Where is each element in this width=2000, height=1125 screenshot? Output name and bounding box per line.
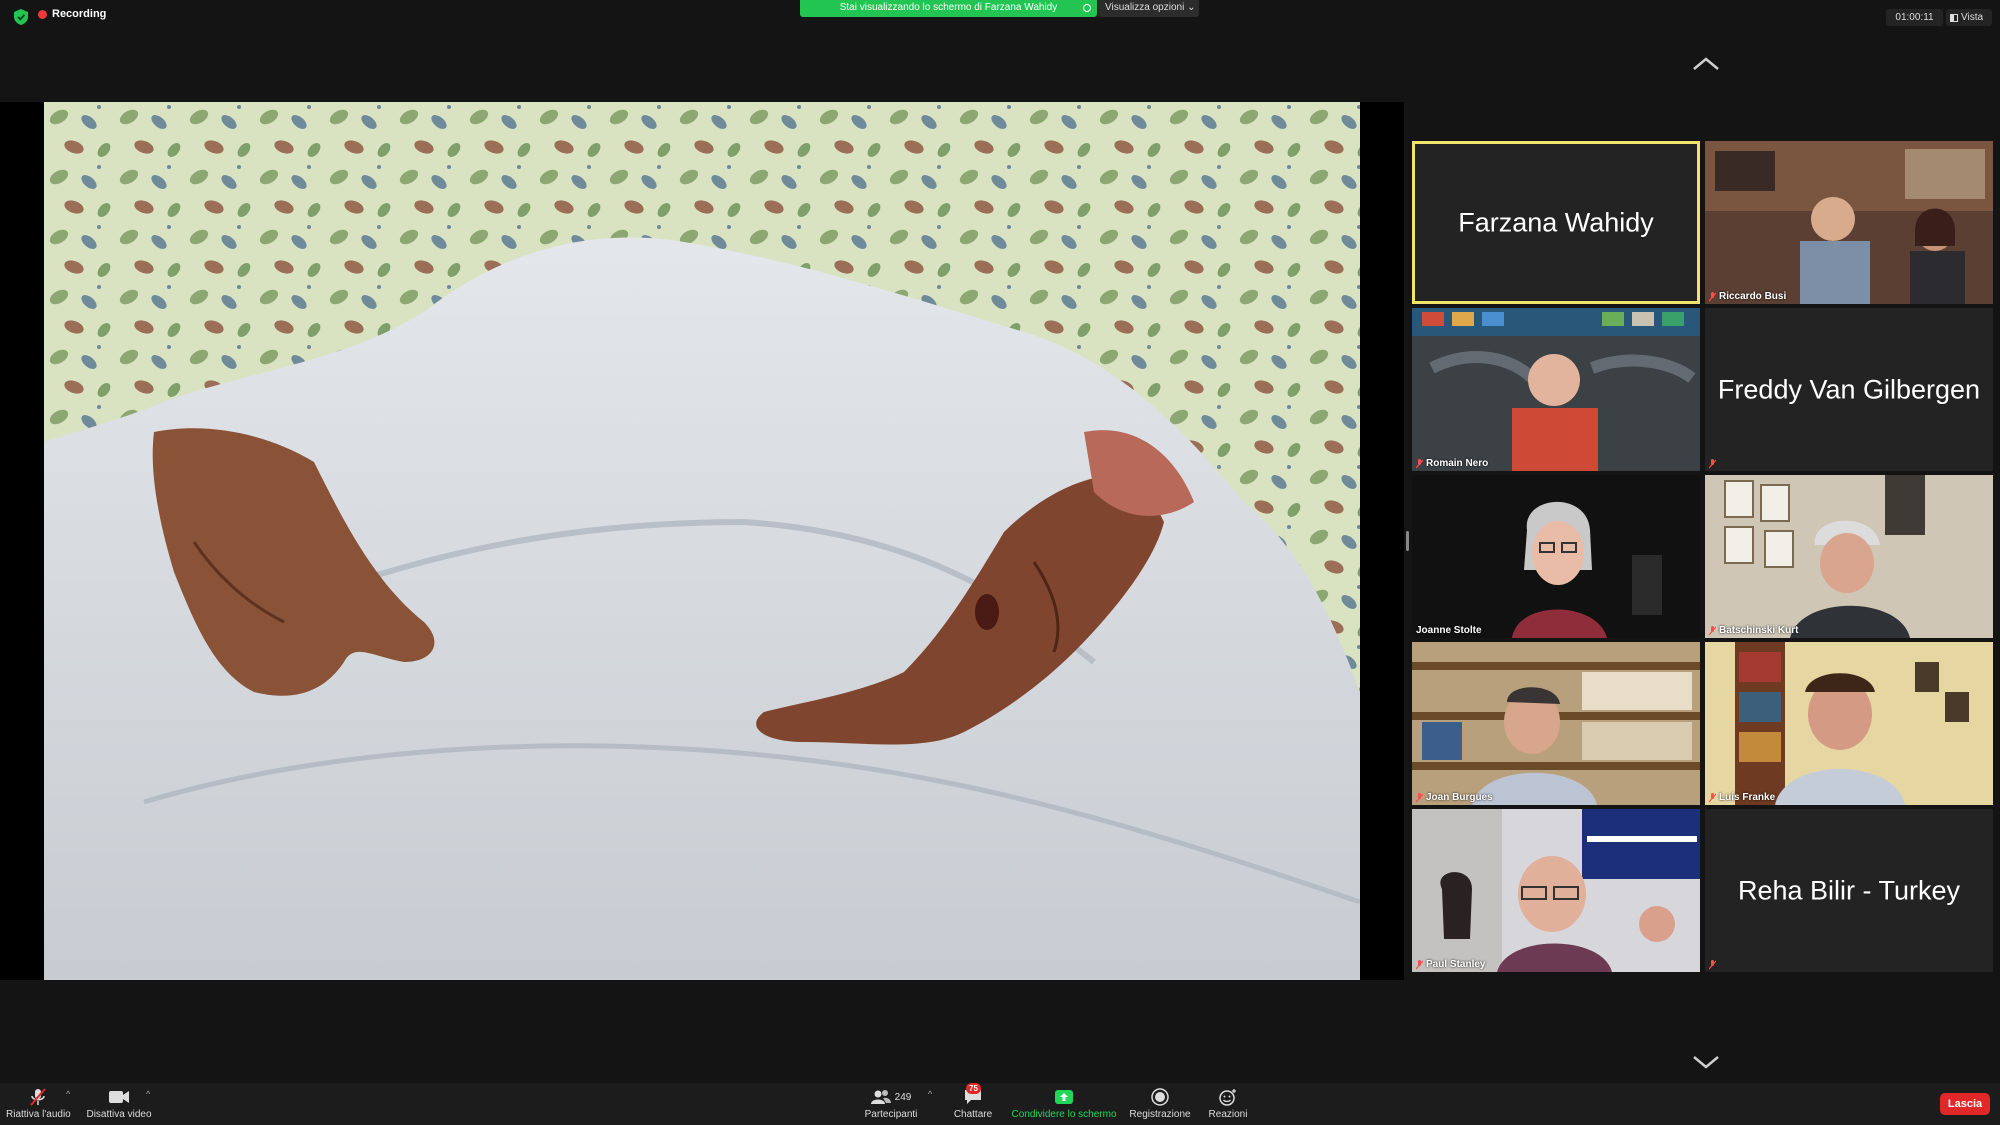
participant-tile[interactable]: Joan Burgues — [1412, 642, 1700, 805]
participant-name: Farzana Wahidy — [1458, 207, 1654, 237]
split-resize-handle[interactable] — [1406, 531, 1409, 551]
participant-label: Paul Stanley — [1416, 959, 1485, 970]
participant-name: Batschinski Kurt — [1719, 625, 1799, 636]
audio-options-caret-icon[interactable]: ^ — [66, 1089, 70, 1099]
participant-name: Luis Franke — [1719, 792, 1776, 803]
shared-photo — [44, 102, 1360, 980]
muted-mic-icon — [1709, 291, 1716, 301]
chat-unread-badge: 75 — [966, 1083, 981, 1094]
record-label: Registrazione — [1129, 1109, 1191, 1120]
screen-share-banner-text: Stai visualizzando lo schermo di Farzana… — [839, 2, 1058, 13]
chevron-down-icon[interactable] — [1692, 1054, 1720, 1070]
leave-meeting-button[interactable]: Lascia — [1940, 1093, 1990, 1115]
shared-photo-illustration — [44, 102, 1360, 980]
share-screen-icon — [1055, 1090, 1073, 1104]
participant-video — [1705, 475, 1993, 638]
participant-name: Riccardo Busi — [1719, 291, 1787, 302]
muted-mic-icon — [1709, 792, 1716, 802]
view-label: Vista — [1961, 12, 1984, 23]
participant-label: Romain Nero — [1416, 458, 1488, 469]
meeting-timer: 01:00:11 — [1886, 9, 1943, 26]
participant-tile[interactable]: Romain Nero — [1412, 308, 1700, 471]
audio-label: Riattiva l'audio — [6, 1109, 71, 1120]
view-options-button[interactable]: Visualizza opzioni ⌄ — [1098, 0, 1199, 17]
participant-tile[interactable]: Riccardo Busi — [1705, 141, 1993, 304]
muted-mic-icon — [1416, 458, 1423, 468]
participant-tile[interactable]: Batschinski Kurt — [1705, 475, 1993, 638]
reactions-label: Reazioni — [1208, 1109, 1248, 1120]
participant-label — [1709, 960, 1716, 970]
muted-microphone-icon — [30, 1088, 46, 1106]
recording-label: Recording — [52, 8, 107, 20]
participant-tile[interactable]: Farzana Wahidy — [1412, 141, 1700, 304]
participant-name: Joanne Stolte — [1416, 625, 1482, 636]
share-screen-label: Condividere lo schermo — [1011, 1109, 1117, 1120]
participant-tile[interactable]: Joanne Stolte — [1412, 475, 1700, 638]
view-button[interactable]: Vista — [1946, 9, 1992, 26]
meeting-toolbar: Riattiva l'audio ^ Disattiva video ^ 249… — [0, 1083, 2000, 1125]
participant-name: Freddy Van Gilbergen — [1717, 374, 1981, 404]
participant-video — [1412, 642, 1700, 805]
reactions-button[interactable]: Reazioni — [1204, 1087, 1252, 1120]
participant-video — [1705, 642, 1993, 805]
recording-dot-icon — [38, 9, 47, 19]
participant-label: Batschinski Kurt — [1709, 625, 1798, 636]
participant-label: Joan Burgues — [1416, 792, 1493, 803]
participants-caret-icon[interactable]: ^ — [928, 1089, 932, 1099]
reactions-smiley-icon — [1219, 1089, 1236, 1106]
participant-tile[interactable]: Paul Stanley — [1412, 809, 1700, 972]
participant-tile[interactable]: Reha Bilir - Turkey — [1705, 809, 1993, 972]
stop-video-button[interactable]: Disattiva video — [86, 1087, 152, 1120]
participant-video — [1412, 308, 1700, 471]
record-button[interactable]: Registrazione — [1128, 1087, 1192, 1120]
participant-tile[interactable]: Freddy Van Gilbergen — [1705, 308, 1993, 471]
participant-label: Luis Franke — [1709, 792, 1775, 803]
unmute-audio-button[interactable]: Riattiva l'audio — [6, 1087, 71, 1120]
recording-indicator[interactable]: Recording — [38, 8, 106, 20]
muted-mic-icon — [1709, 625, 1716, 635]
screen-share-banner: Stai visualizzando lo schermo di Farzana… — [800, 0, 1097, 17]
participant-tile[interactable]: Luis Franke — [1705, 642, 1993, 805]
participants-button[interactable]: 249 Partecipanti — [860, 1087, 922, 1120]
video-options-caret-icon[interactable]: ^ — [146, 1089, 150, 1099]
chevron-down-icon: ⌄ — [1187, 2, 1196, 13]
security-shield-icon[interactable] — [14, 9, 28, 25]
view-options-label: Visualizza opzioni — [1105, 2, 1185, 13]
participant-video — [1412, 475, 1700, 638]
chevron-up-icon[interactable] — [1692, 56, 1720, 72]
muted-mic-icon — [1709, 960, 1716, 970]
chat-button[interactable]: 75 Chattare — [948, 1083, 998, 1120]
participant-name: Paul Stanley — [1426, 959, 1486, 970]
muted-mic-icon — [1709, 459, 1716, 469]
view-layout-icon — [1950, 13, 1958, 22]
video-label: Disattiva video — [86, 1109, 152, 1120]
muted-mic-icon — [1416, 792, 1423, 802]
participants-label: Partecipanti — [864, 1109, 918, 1120]
participant-name: Reha Bilir - Turkey — [1737, 875, 1961, 905]
participant-video — [1705, 141, 1993, 304]
participant-video — [1412, 809, 1700, 972]
muted-mic-icon — [1416, 959, 1423, 969]
video-camera-icon — [109, 1091, 129, 1103]
participant-label: Joanne Stolte — [1416, 625, 1482, 636]
top-bar: Recording Stai visualizzando lo schermo … — [0, 0, 2000, 34]
shared-screen[interactable] — [0, 102, 1404, 980]
participants-icon — [870, 1090, 891, 1104]
share-screen-button[interactable]: Condividere lo schermo — [1010, 1087, 1118, 1120]
participants-count: 249 — [894, 1091, 912, 1103]
chat-label: Chattare — [953, 1109, 993, 1120]
participant-name: Joan Burgues — [1426, 792, 1493, 803]
participant-label: Riccardo Busi — [1709, 291, 1786, 302]
participant-label — [1709, 459, 1716, 469]
record-icon — [1151, 1088, 1169, 1106]
share-status-icon — [1083, 4, 1091, 12]
participant-name: Romain Nero — [1426, 458, 1489, 469]
